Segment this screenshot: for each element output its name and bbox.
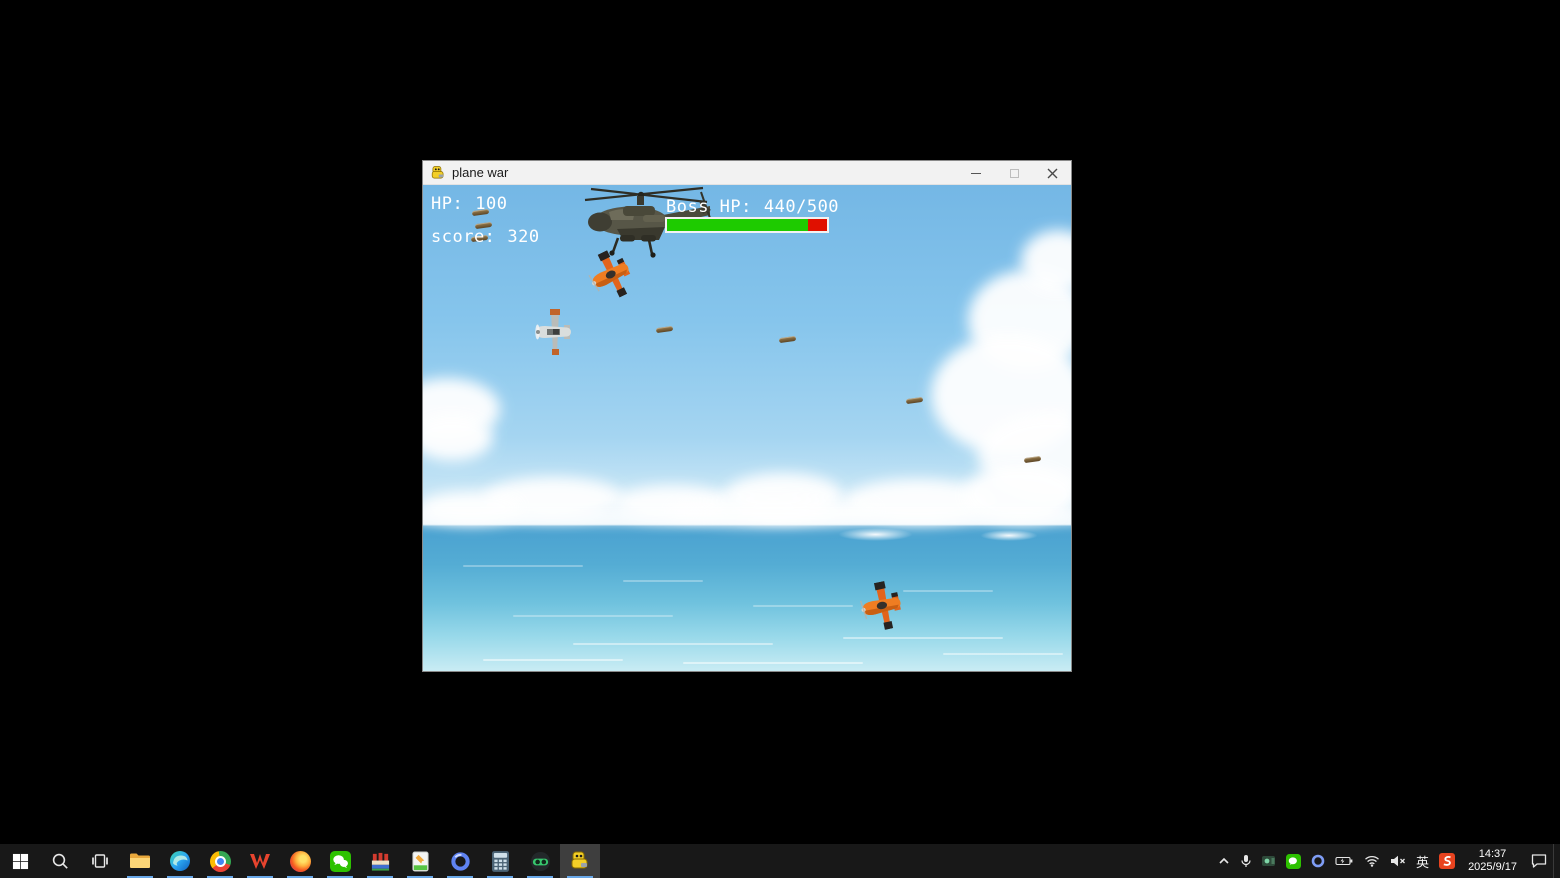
boss-hp-fill	[667, 219, 808, 231]
calculator-icon	[492, 851, 509, 872]
title-bar[interactable]: plane war	[423, 161, 1071, 185]
start-button[interactable]	[0, 844, 40, 878]
taskbar-item-wps-office[interactable]	[240, 844, 280, 878]
wave-streak	[683, 662, 863, 664]
tray-battery[interactable]	[1330, 844, 1359, 878]
wave-streak	[843, 637, 1003, 639]
maximize-icon	[1010, 169, 1019, 178]
task-view-icon	[91, 852, 109, 870]
chrome-icon	[210, 851, 231, 872]
wechat-icon	[330, 851, 351, 872]
minimize-button[interactable]	[957, 161, 995, 185]
volume-muted-icon	[1390, 855, 1406, 867]
wave-streak	[623, 580, 703, 582]
enemy-plane-gray-sprite	[533, 308, 575, 356]
wave-streak	[573, 643, 773, 645]
text-editor-icon	[411, 851, 430, 872]
file-explorer-icon	[129, 852, 151, 870]
action-center-icon	[1530, 853, 1548, 869]
show-desktop-button[interactable]	[1553, 844, 1560, 878]
wechat-tray-icon	[1286, 854, 1301, 869]
clock-time: 14:37	[1468, 848, 1517, 861]
wps-office-icon	[249, 851, 271, 871]
maximize-button[interactable]	[995, 161, 1033, 185]
plane-war-window: plane war	[422, 160, 1072, 672]
boss-hp-display: Boss HP:440/500	[666, 197, 839, 217]
tray-sogou-input[interactable]	[1434, 844, 1460, 878]
taskbar: 英 14:37 2025/9/17	[0, 844, 1560, 878]
enemy-bullet	[906, 397, 924, 404]
player-plane-orange-sprite	[855, 578, 910, 635]
taskbar-item-retro-game[interactable]	[360, 844, 400, 878]
taskbar-item-text-editor[interactable]	[400, 844, 440, 878]
wave-streak	[753, 605, 853, 607]
close-icon	[1047, 168, 1058, 179]
wave-streak	[903, 590, 993, 592]
window-title: plane war	[452, 165, 508, 180]
pygame-taskbar-icon	[569, 850, 591, 872]
tray-microphone[interactable]	[1235, 844, 1257, 878]
cloud	[423, 415, 493, 461]
boss-hp-bar	[665, 217, 829, 233]
tray-wifi[interactable]	[1359, 844, 1385, 878]
taskbar-item-calculator[interactable]	[480, 844, 520, 878]
sun-glint	[980, 530, 1038, 541]
taskbar-clock[interactable]: 14:37 2025/9/17	[1460, 848, 1525, 874]
taskbar-item-green-goggles-app[interactable]	[520, 844, 560, 878]
wave-streak	[463, 565, 583, 567]
blue-ring-tray-icon	[1311, 854, 1325, 868]
desktop[interactable]: plane war	[0, 0, 1560, 878]
microphone-icon	[1240, 854, 1252, 868]
tray-blue-ring[interactable]	[1306, 844, 1330, 878]
tray-wechat[interactable]	[1281, 844, 1306, 878]
search-button[interactable]	[40, 844, 80, 878]
green-goggles-icon	[530, 851, 551, 872]
ime-label: 英	[1416, 852, 1429, 871]
task-view-button[interactable]	[80, 844, 120, 878]
taskbar-item-chrome[interactable]	[200, 844, 240, 878]
tray-ime-indicator[interactable]: 英	[1411, 844, 1434, 878]
edge-icon	[169, 850, 191, 872]
taskbar-item-python-pygame[interactable]	[560, 844, 600, 878]
tray-chevron-up[interactable]	[1213, 844, 1235, 878]
retro-game-icon	[370, 851, 391, 872]
chevron-up-icon	[1218, 855, 1230, 867]
wave-streak	[943, 653, 1063, 655]
taskbar-item-file-explorer[interactable]	[120, 844, 160, 878]
wave-streak	[513, 615, 673, 617]
game-canvas[interactable]: HP:100 score:320 Boss HP:440/500	[423, 185, 1071, 671]
firefox-icon	[290, 851, 311, 872]
battery-icon	[1335, 855, 1354, 867]
screen-record-icon	[1262, 855, 1276, 867]
sun-glint	[838, 528, 913, 541]
taskbar-item-wechat[interactable]	[320, 844, 360, 878]
clock-date: 2025/9/17	[1468, 861, 1517, 874]
action-center-button[interactable]	[1525, 844, 1553, 878]
tray-screen-record[interactable]	[1257, 844, 1281, 878]
tray-volume-muted[interactable]	[1385, 844, 1411, 878]
enemy-bullet	[779, 336, 797, 343]
hp-display: HP:100	[431, 194, 507, 214]
score-display: score:320	[431, 227, 540, 247]
horizon-haze	[423, 507, 1071, 525]
taskbar-item-blue-ring-app[interactable]	[440, 844, 480, 878]
search-icon	[51, 852, 69, 870]
pygame-icon	[430, 165, 446, 181]
taskbar-item-firefox[interactable]	[280, 844, 320, 878]
close-button[interactable]	[1033, 161, 1071, 185]
enemy-bullet	[656, 326, 674, 333]
taskbar-item-edge[interactable]	[160, 844, 200, 878]
windows-logo-icon	[12, 853, 29, 870]
sogou-input-icon	[1439, 853, 1455, 869]
wifi-icon	[1364, 855, 1380, 867]
blue-ring-icon	[450, 851, 471, 872]
wave-streak	[483, 659, 623, 661]
minimize-icon	[971, 173, 981, 174]
